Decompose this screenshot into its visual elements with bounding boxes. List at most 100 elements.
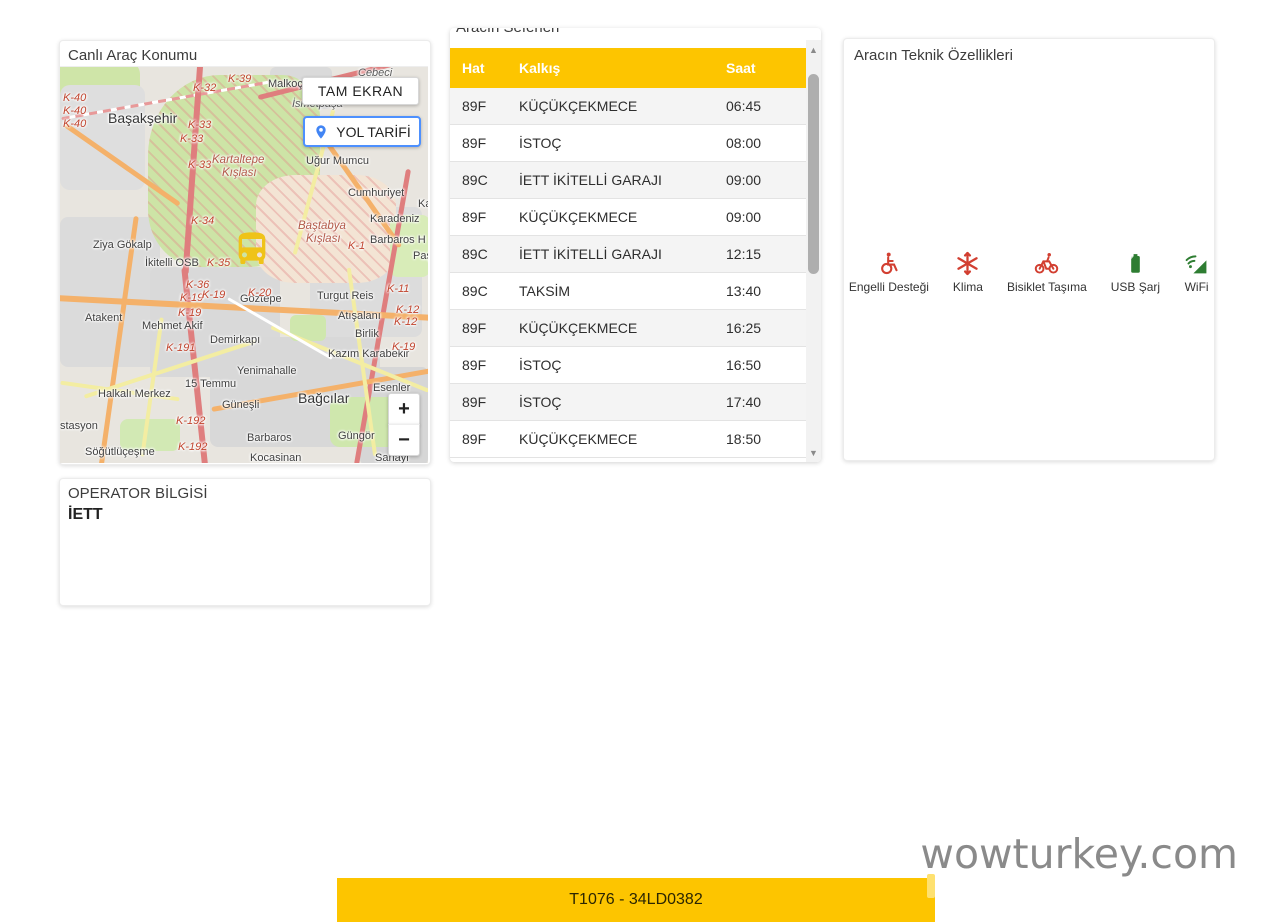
watermark: wowturkey.com: [920, 830, 1238, 878]
feature-wheelchair: Engelli Desteği: [849, 251, 929, 294]
feature-label: Engelli Desteği: [848, 280, 929, 294]
map-label: Paşa: [413, 250, 428, 262]
vehicle-id-label: T1076 - 34LD0382: [569, 891, 703, 908]
cell-saat: 16:50: [726, 346, 806, 384]
map-label: K-19: [202, 289, 226, 301]
map-label: Söğütlüçeşme: [85, 446, 155, 458]
cell-kalkis: İETT İKİTELLİ GARAJI: [519, 235, 726, 273]
map-zoom-out-button[interactable]: −: [388, 424, 420, 456]
cell-hat: 89F: [450, 383, 519, 421]
feature-wifi: WiFi: [1184, 251, 1209, 294]
cell-kalkis: KÜÇÜKÇEKMECE: [519, 88, 726, 125]
cell-hat: 89F: [450, 346, 519, 384]
map-zoom-in-button[interactable]: +: [388, 393, 420, 425]
cell-saat: 13:40: [726, 272, 806, 310]
map-label: Atışalanı: [338, 310, 381, 322]
scrollbar[interactable]: ▲ ▼: [806, 40, 821, 462]
map-label: K-1: [348, 240, 366, 252]
map-label: Ka: [418, 198, 428, 210]
cell-kalkis: TAKSİM: [519, 272, 726, 310]
map-label: K-11: [387, 283, 410, 295]
map-label: Birlik: [355, 328, 379, 340]
cell-saat: 17:40: [726, 383, 806, 421]
trips-table-header-row: Hat Kalkış Saat: [450, 48, 806, 88]
map-label: K-33: [188, 119, 212, 131]
live-location-card: Canlı Araç Konumu Cebeci Malkoç Başakşeh…: [59, 40, 431, 465]
cell-kalkis: İSTOÇ: [519, 124, 726, 162]
map-label: Halkalı Merkez: [98, 388, 171, 400]
trips-table: Hat Kalkış Saat 89F KÜÇÜKÇEKMECE 06:45 89F İ…: [450, 48, 806, 458]
map-label: İkitelli OSB: [145, 257, 199, 269]
map-label: K-40: [63, 118, 87, 130]
cell-saat: 18:50: [726, 420, 806, 458]
map-label: K-33: [180, 133, 204, 145]
cell-saat: 09:00: [726, 161, 806, 199]
bicycle-icon: [1033, 251, 1060, 276]
snowflake-icon: [955, 251, 980, 276]
map-label: Kışlası: [306, 233, 341, 245]
map-label: Malkoç: [268, 78, 303, 90]
map-label: K-19: [178, 307, 202, 319]
feature-label: Bisiklet Taşıma: [1006, 280, 1087, 294]
wifi-icon: [1184, 251, 1209, 276]
column-header-saat: Saat: [726, 48, 806, 88]
cell-saat: 06:45: [726, 88, 806, 125]
table-row: 89C İETT İKİTELLİ GARAJI 12:15: [450, 235, 806, 273]
cell-hat: 89F: [450, 88, 519, 125]
table-row: 89F İSTOÇ 16:50: [450, 346, 806, 384]
table-row: 89F KÜÇÜKÇEKMECE 16:25: [450, 309, 806, 347]
cell-saat: 08:00: [726, 124, 806, 162]
map-label: K-35: [207, 257, 231, 269]
map-label: Baştabya: [298, 220, 346, 232]
directions-button-label: YOL TARİFİ: [336, 123, 411, 140]
operator-card-title: OPERATOR BİLGİSİ: [68, 485, 208, 502]
map-label: Cumhuriyet: [348, 187, 405, 199]
cell-kalkis: İSTOÇ: [519, 383, 726, 421]
bus-marker-icon[interactable]: [232, 229, 272, 269]
fullscreen-button[interactable]: TAM EKRAN: [302, 77, 419, 105]
location-pin-icon: [313, 124, 329, 140]
map-label: K-12: [394, 316, 418, 328]
map-label: Başakşehir: [108, 110, 178, 126]
map-label: Yenimahalle: [237, 365, 297, 377]
wheelchair-icon: [876, 251, 901, 276]
cell-hat: 89C: [450, 235, 519, 273]
map-label: Turgut Reis: [317, 290, 374, 302]
map-label: Mehmet Akif: [142, 320, 203, 332]
map-card-title: Canlı Araç Konumu: [68, 47, 198, 64]
column-header-kalkis: Kalkış: [519, 48, 726, 88]
vehicle-id-bar: T1076 - 34LD0382: [337, 874, 935, 922]
scrollbar-thumb[interactable]: [808, 74, 819, 274]
cell-kalkis: KÜÇÜKÇEKMECE: [519, 198, 726, 236]
map-label: K-34: [191, 215, 215, 227]
table-row: 89C İETT İKİTELLİ GARAJI 09:00: [450, 161, 806, 199]
scrollbar-down-arrow-icon[interactable]: ▼: [806, 445, 821, 460]
map-label: K-191: [166, 342, 196, 354]
trips-card: Aracın Seferleri Hat Kalkış Saat 89FKÜÇÜ…: [450, 28, 821, 462]
scrollbar-up-arrow-icon[interactable]: ▲: [806, 42, 821, 57]
cell-kalkis: İETT İKİTELLİ GARAJI: [519, 161, 726, 199]
plus-icon: +: [398, 397, 410, 420]
table-row: 89F KÜÇÜKÇEKMECE 09:00: [450, 198, 806, 236]
cell-kalkis: KÜÇÜKÇEKMECE: [519, 420, 726, 458]
fullscreen-button-label: TAM EKRAN: [317, 83, 404, 99]
features-card-title: Aracın Teknik Özellikleri: [854, 47, 1013, 64]
map-label: Uğur Mumcu: [306, 155, 369, 167]
map-label: Kartaltepe: [212, 154, 265, 166]
map-label: K-19: [392, 341, 416, 353]
map-label: Güneşli: [222, 399, 260, 411]
table-row: 89F KÜÇÜKÇEKMECE 18:50: [450, 420, 806, 458]
trips-card-title: Aracın Seferleri: [456, 28, 821, 39]
directions-button[interactable]: YOL TARİFİ: [303, 116, 421, 147]
features-row: Engelli Desteği Klima Bisiklet Taşıma US…: [844, 251, 1214, 294]
map-label: K-20: [248, 287, 272, 299]
cell-saat: 09:00: [726, 198, 806, 236]
map-canvas[interactable]: CebeciMalkoçİsmetpaşaBaşakşehirUğur Mumc…: [60, 66, 428, 463]
map-label: Atakent: [85, 312, 123, 324]
map-label: K-192: [178, 441, 208, 453]
cell-saat: 12:15: [726, 235, 806, 273]
table-row: 89F KÜÇÜKÇEKMECE 06:45: [450, 88, 806, 125]
map-label: K-12: [396, 304, 420, 316]
map-label: Güngör: [338, 430, 375, 442]
map-label: Bağcılar: [298, 390, 350, 406]
